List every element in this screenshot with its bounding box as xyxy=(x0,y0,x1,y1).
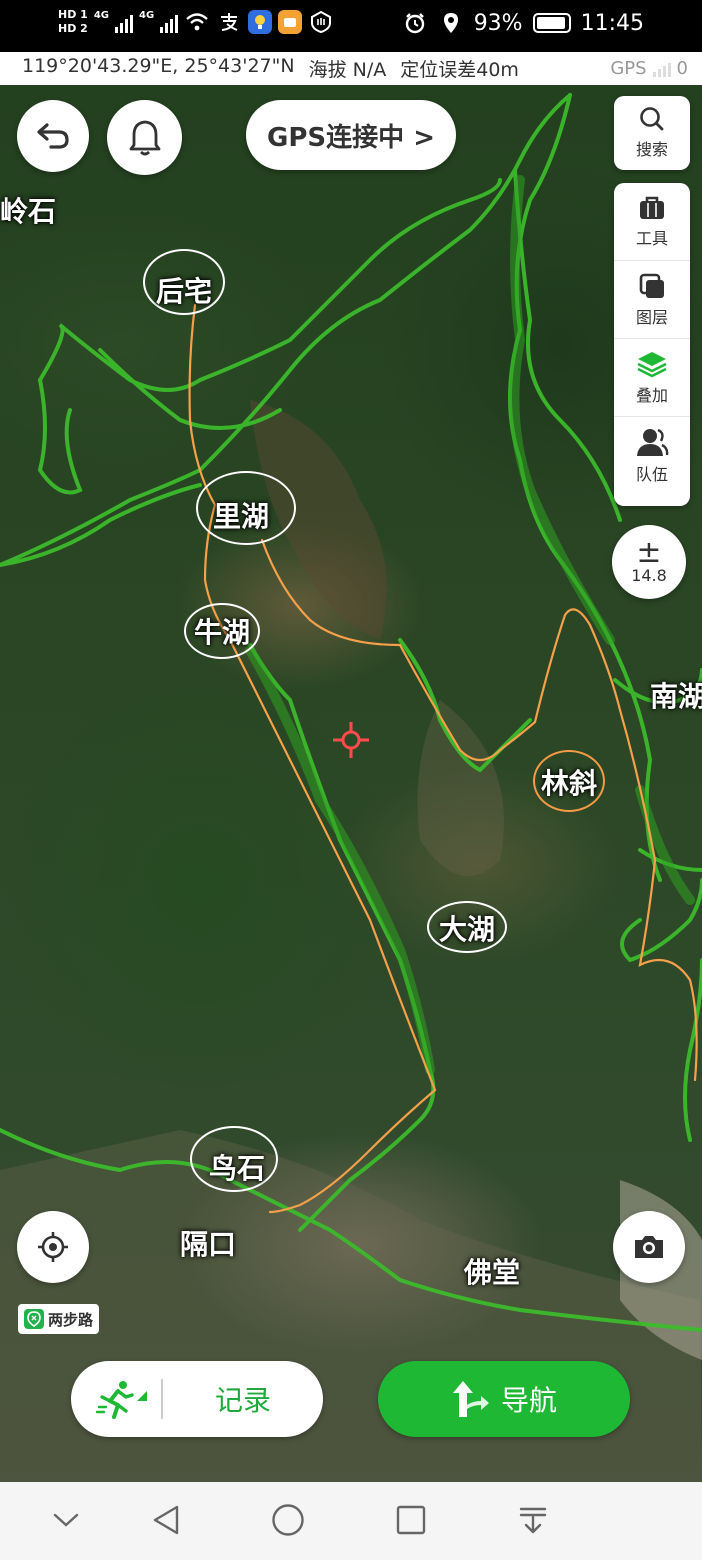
tools-button[interactable]: 工具 xyxy=(614,183,690,261)
navigation-arrow-icon xyxy=(452,1381,489,1417)
pull-down-icon xyxy=(519,1507,547,1534)
layers-icon xyxy=(639,273,664,298)
search-label: 搜索 xyxy=(635,140,668,159)
circle-home-icon xyxy=(272,1504,304,1536)
gps-status: GPS 0 xyxy=(610,58,688,79)
status-right: 93% 11:45 xyxy=(402,10,644,36)
alarm-icon xyxy=(402,10,428,36)
record-button[interactable]: 记录 xyxy=(71,1361,323,1437)
altitude: 海拔 N/A xyxy=(308,59,387,81)
place-label: 牛湖 xyxy=(193,616,251,649)
location-info-bar: 119°20'43.29"E, 25°43'27"N 海拔 N/A 定位误差40… xyxy=(0,52,702,85)
app-folder-icon xyxy=(278,10,303,34)
layers-button[interactable]: 图层 xyxy=(614,261,690,339)
place-label: 林斜 xyxy=(540,767,598,800)
dropdown-triangle-icon xyxy=(137,1391,147,1401)
search-icon xyxy=(640,107,664,131)
place-label: 鸟石 xyxy=(208,1152,266,1185)
place-label: 南湖 xyxy=(650,680,702,713)
team-button[interactable]: 队伍 xyxy=(614,417,690,495)
network1-label: 4G xyxy=(93,10,109,21)
plus-icon: ± xyxy=(636,534,662,570)
signal-icon xyxy=(115,11,133,33)
place-label: 里湖 xyxy=(212,500,270,533)
overlay-label: 叠加 xyxy=(635,385,668,405)
record-label: 记录 xyxy=(214,1384,271,1417)
bell-icon xyxy=(129,120,160,155)
team-icon xyxy=(637,428,669,456)
team-label: 队伍 xyxy=(635,465,668,484)
place-label: 岭石 xyxy=(0,195,57,228)
crosshair-icon xyxy=(333,722,369,758)
record-mode-selector[interactable] xyxy=(71,1379,161,1419)
location-icon xyxy=(438,10,464,36)
place-label: 隔口 xyxy=(180,1228,237,1261)
zoom-button[interactable]: ± 14.8 xyxy=(612,525,686,599)
signal-icon xyxy=(160,11,179,33)
sim1-label: HD 1 xyxy=(58,8,88,21)
accuracy: 定位误差40m xyxy=(400,59,519,81)
map-tools-panel: 工具 图层 叠加 队伍 xyxy=(614,183,690,506)
status-left: HD 1 HD 2 4G 4G xyxy=(58,8,334,36)
place-label: 后宅 xyxy=(155,275,213,308)
overlay-stack-icon xyxy=(637,351,667,377)
back-button[interactable] xyxy=(17,100,89,172)
navigate-label: 导航 xyxy=(500,1384,557,1417)
gps-connection-button[interactable]: GPS连接中 > xyxy=(246,100,456,170)
back-arrow-icon xyxy=(37,123,69,149)
network2-label: 4G xyxy=(139,10,155,21)
locate-target-icon xyxy=(38,1232,68,1262)
toolbox-icon xyxy=(640,196,664,219)
notification-pull-button[interactable] xyxy=(513,1500,553,1540)
tools-label: 工具 xyxy=(635,228,668,248)
place-label: 佛堂 xyxy=(464,1256,521,1289)
system-nav-bar xyxy=(0,1482,702,1560)
sim2-label: HD 2 xyxy=(58,22,88,35)
coordinates: 119°20'43.29"E, 25°43'27"N xyxy=(22,55,295,77)
app-bulb-icon xyxy=(248,10,273,34)
camera-icon xyxy=(635,1236,663,1258)
brand-logo-icon xyxy=(24,1309,44,1329)
running-person-icon xyxy=(96,1381,134,1419)
collapse-button[interactable] xyxy=(46,1500,86,1540)
gps-label: GPS xyxy=(610,58,647,79)
gps-satellite-count: 0 xyxy=(676,58,688,79)
status-bar: HD 1 HD 2 4G 4G 93% 11:45 xyxy=(0,0,702,52)
layers-label: 图层 xyxy=(635,307,668,327)
chevron-down-icon xyxy=(53,1513,79,1527)
place-label: 大湖 xyxy=(438,913,496,946)
alipay-icon xyxy=(216,9,242,35)
overlay-button[interactable]: 叠加 xyxy=(614,339,690,417)
clock: 11:45 xyxy=(580,10,644,36)
battery-percent: 93% xyxy=(473,10,523,36)
brand-name: 两步路 xyxy=(48,1310,94,1329)
brand-watermark: 两步路 xyxy=(18,1304,100,1334)
battery-icon xyxy=(532,13,571,33)
map-view[interactable]: 岭石 后宅 里湖 牛湖 林斜 大湖 鸟石 隔口 佛堂 南湖 xyxy=(0,85,702,1482)
gps-signal-icon xyxy=(652,61,671,77)
wifi-icon xyxy=(184,9,210,35)
triangle-back-icon xyxy=(153,1505,179,1535)
navigate-button[interactable]: 导航 xyxy=(378,1361,630,1437)
system-recents-button[interactable] xyxy=(391,1500,431,1540)
search-panel: 搜索 xyxy=(614,96,690,170)
notification-button[interactable] xyxy=(107,100,182,175)
square-recents-icon xyxy=(396,1505,426,1535)
system-home-button[interactable] xyxy=(268,1500,308,1540)
system-back-button[interactable] xyxy=(146,1500,186,1540)
sim-indicator: HD 1 HD 2 xyxy=(58,8,88,36)
search-button[interactable]: 搜索 xyxy=(614,96,690,170)
zoom-level: 14.8 xyxy=(631,565,667,585)
camera-button[interactable] xyxy=(613,1211,685,1283)
locate-me-button[interactable] xyxy=(17,1211,89,1283)
hand-shield-icon xyxy=(308,9,334,35)
